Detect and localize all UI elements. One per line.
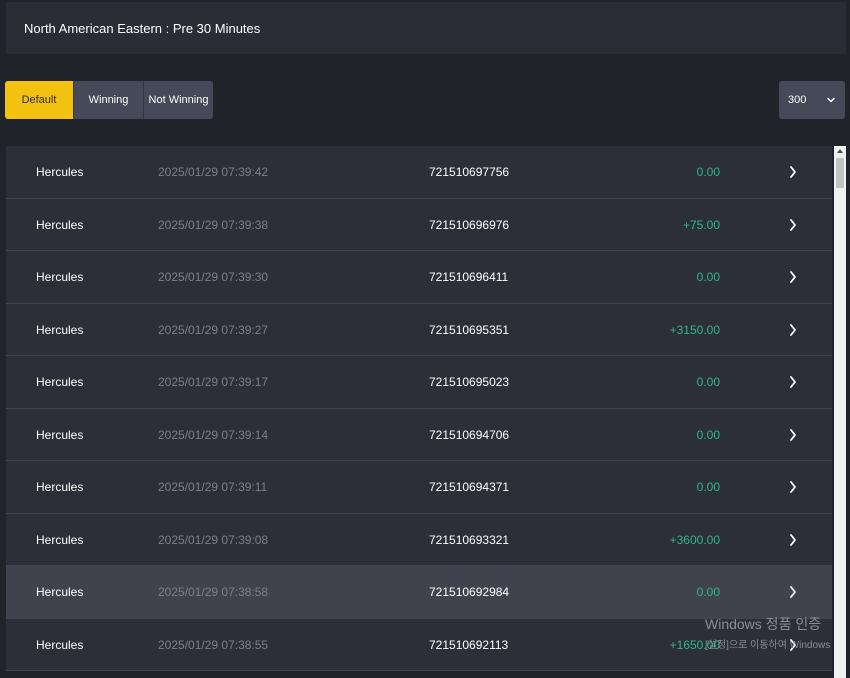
row-timestamp: 2025/01/29 07:39:30 <box>158 270 269 284</box>
row-bet-id: 721510696976 <box>429 217 510 232</box>
row-win-amount: +75.00 <box>682 217 720 232</box>
row-game-name: Hercules <box>36 532 84 547</box>
record-list: Hercules 2025/01/29 07:39:42 721510697756 0… <box>6 146 832 678</box>
row-win-amount: +1650.00 <box>669 637 720 652</box>
row-timestamp: 2025/01/29 07:39:11 <box>158 480 268 494</box>
row-game-name: Hercules <box>36 322 84 337</box>
record-count-select[interactable]: 300 <box>779 81 845 119</box>
row-game-name: Hercules <box>36 375 84 389</box>
row-win-amount: 0.00 <box>696 165 720 179</box>
chevron-right-icon[interactable] <box>788 584 798 600</box>
row-timestamp: 2025/01/29 07:38:55 <box>158 637 269 652</box>
row-timestamp: 2025/01/29 07:39:17 <box>158 375 269 389</box>
table-row[interactable]: Hercules 2025/01/29 07:38:55 721510692113 +… <box>6 618 832 671</box>
chevron-right-icon[interactable] <box>788 164 798 180</box>
row-bet-id: 721510694371 <box>429 480 510 494</box>
table-row[interactable]: Hercules 2025/01/29 07:39:08 721510693321 +… <box>6 513 832 566</box>
chevron-right-icon[interactable] <box>788 322 798 338</box>
chevron-right-icon[interactable] <box>788 637 798 653</box>
row-win-amount: 0.00 <box>696 375 720 389</box>
chevron-right-icon[interactable] <box>788 427 798 443</box>
row-win-amount: 0.00 <box>696 427 720 442</box>
row-timestamp: 2025/01/29 07:39:14 <box>158 427 269 442</box>
chevron-right-icon[interactable] <box>788 479 798 495</box>
filter-tabs: Default Winning Not Winning <box>5 81 213 119</box>
row-timestamp: 2025/01/29 07:39:42 <box>158 165 269 179</box>
row-game-name: Hercules <box>36 217 84 232</box>
chevron-right-icon[interactable] <box>788 269 798 285</box>
chevron-right-icon[interactable] <box>788 217 798 233</box>
row-win-amount: 0.00 <box>696 585 720 599</box>
row-game-name: Hercules <box>36 427 84 442</box>
row-bet-id: 721510692113 <box>429 637 509 652</box>
row-win-amount: 0.00 <box>696 270 720 284</box>
row-bet-id: 721510695023 <box>429 375 510 389</box>
row-win-amount: 0.00 <box>696 480 720 494</box>
row-game-name: Hercules <box>36 480 84 494</box>
row-bet-id: 721510696411 <box>429 270 509 284</box>
row-timestamp: 2025/01/29 07:39:38 <box>158 217 269 232</box>
chevron-right-icon[interactable] <box>788 532 798 548</box>
scroll-up-arrow-icon[interactable] <box>836 148 844 154</box>
table-row[interactable]: Hercules 2025/01/29 07:39:30 721510696411 0… <box>6 251 832 304</box>
page-header: North American Eastern : Pre 30 Minutes <box>6 2 846 54</box>
row-win-amount: +3600.00 <box>669 532 720 547</box>
row-bet-id: 721510697756 <box>429 165 510 179</box>
row-win-amount: +3150.00 <box>669 322 720 337</box>
row-timestamp: 2025/01/29 07:38:58 <box>158 585 269 599</box>
row-game-name: Hercules <box>36 270 84 284</box>
table-row[interactable]: Hercules 2025/01/29 07:39:14 721510694706 0… <box>6 408 832 461</box>
row-game-name: Hercules <box>36 165 84 179</box>
table-row[interactable]: Hercules 2025/01/29 07:39:27 721510695351 +… <box>6 303 832 356</box>
filter-winning-button[interactable]: Winning <box>74 81 144 119</box>
scrollbar[interactable] <box>834 146 846 678</box>
row-bet-id: 721510693321 <box>429 532 510 547</box>
row-timestamp: 2025/01/29 07:39:08 <box>158 532 269 547</box>
record-count-value: 300 <box>788 94 807 106</box>
table-row[interactable]: Hercules 2025/01/29 07:39:11 721510694371 0… <box>6 461 832 514</box>
row-game-name: Hercules <box>36 585 84 599</box>
row-timestamp: 2025/01/29 07:39:27 <box>158 322 269 337</box>
row-game-name: Hercules <box>36 637 84 652</box>
table-row[interactable]: Hercules 2025/01/29 07:39:42 721510697756 0… <box>6 146 832 199</box>
filter-default-button[interactable]: Default <box>5 81 74 119</box>
scrollbar-thumb[interactable] <box>836 158 844 188</box>
row-bet-id: 721510695351 <box>429 322 510 337</box>
row-bet-id: 721510692984 <box>429 585 510 599</box>
chevron-down-icon <box>827 97 835 103</box>
table-row[interactable]: Hercules 2025/01/29 07:39:38 721510696976 +… <box>6 198 832 251</box>
table-row[interactable]: Hercules 2025/01/29 07:38:58 721510692984 0… <box>6 566 832 619</box>
filter-not-winning-button[interactable]: Not Winning <box>144 81 213 119</box>
page-title: North American Eastern : Pre 30 Minutes <box>24 20 261 36</box>
row-bet-id: 721510694706 <box>429 427 510 442</box>
chevron-right-icon[interactable] <box>788 374 798 390</box>
table-row[interactable]: Hercules 2025/01/29 07:39:17 721510695023 0… <box>6 356 832 409</box>
